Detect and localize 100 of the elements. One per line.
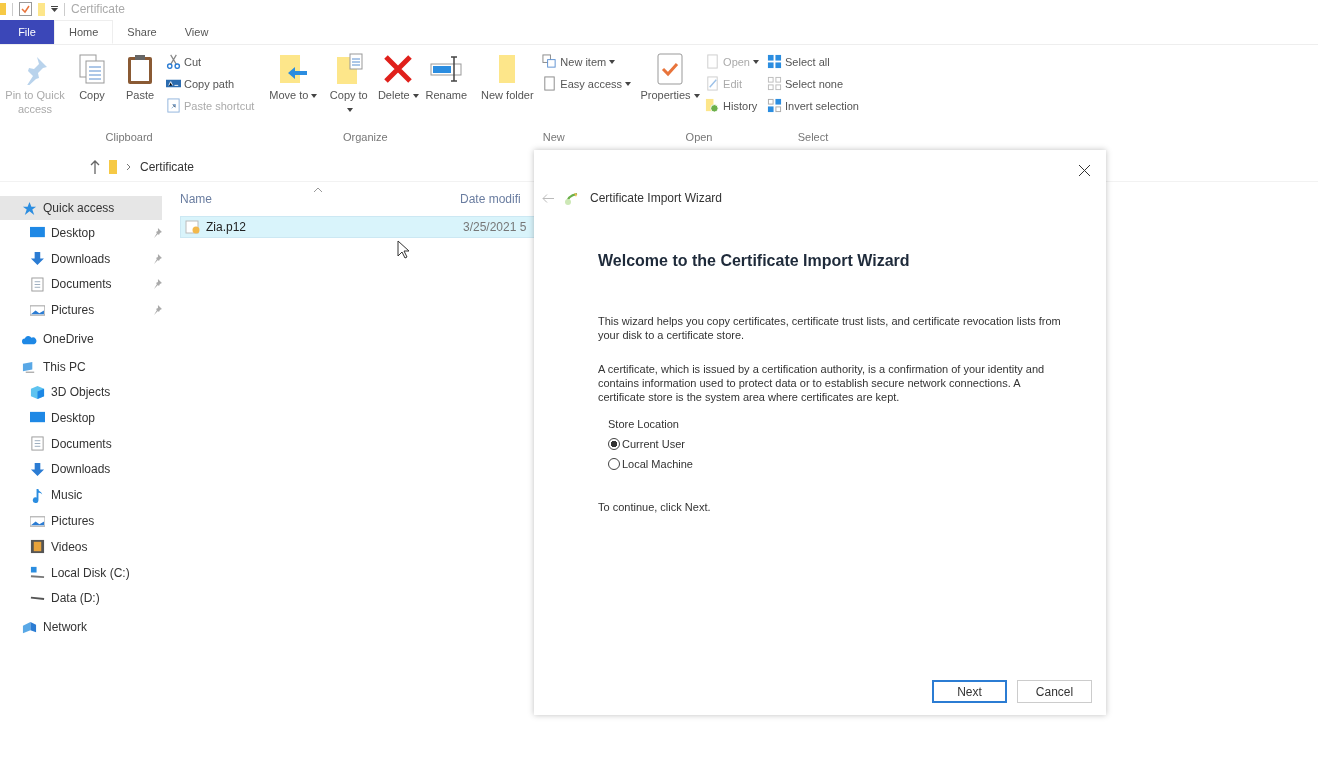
folder-icon [109,160,117,174]
pages-icon [76,53,108,85]
sidebar-item[interactable]: Downloads [0,245,162,272]
music-note-icon [30,487,45,503]
ribbon-tab[interactable]: Share [113,20,171,44]
ribbon-tab[interactable]: File [0,20,54,44]
breadcrumb-item[interactable]: Certificate [140,160,195,174]
star-icon [22,200,37,216]
pencil-page-icon [705,76,721,91]
grid-icon [767,98,782,113]
shortcut-icon [166,98,181,113]
folder-arrow-icon [277,53,310,85]
page-icon [542,76,558,91]
ribbon-button[interactable]: Select all [767,53,859,70]
group-label: Select [797,131,829,145]
rename-icon [430,53,463,85]
document-icon [30,277,45,292]
picture-icon [30,302,45,318]
sort-caret-icon [314,187,322,192]
ribbon-button[interactable]: Move to [262,49,325,103]
ribbon-button[interactable]: New item [542,53,632,70]
column-header[interactable]: Name [180,192,460,206]
radio-option[interactable]: Current User [608,438,1066,450]
store-location-label: Store Location [608,418,680,430]
close-icon [1078,164,1090,176]
sidebar-item[interactable]: Desktop [0,405,162,431]
sidebar-item[interactable]: Local Disk (C:) [0,559,162,586]
computer-icon [22,359,37,375]
download-arrow-icon [30,251,45,267]
close-button[interactable] [1076,162,1092,178]
continue-hint: To continue, click Next. [598,500,712,514]
ribbon-button[interactable]: Paste [118,49,162,103]
pin-icon [152,279,162,290]
sidebar-item[interactable]: Downloads [0,456,162,483]
ribbon-button[interactable]: Properties [639,49,702,103]
up-arrow-icon[interactable] [90,160,100,174]
chevron-icon[interactable] [126,163,131,171]
file-date: 3/25/2021 5 [463,220,527,234]
download-arrow-icon [30,461,45,477]
sidebar-item[interactable]: Data (D:) [0,585,162,612]
sidebar-item[interactable]: Music [0,482,162,509]
page-icon [705,54,721,69]
column-header[interactable]: Date modifi [460,192,521,206]
sidebar-item[interactable]: Network [0,615,162,640]
sidebar-item[interactable]: 3D Objects [0,379,162,405]
sidebar-item[interactable]: Documents [0,430,162,457]
grid-icon [767,54,782,69]
sidebar-item[interactable]: Pictures [0,508,162,534]
pin-icon [152,227,162,238]
picture-icon [30,513,45,529]
ribbon-tab[interactable]: Home [54,20,114,44]
ribbon-button[interactable]: Copy path [166,75,255,92]
folder-clock-icon [705,98,721,113]
group-label: Open [685,131,713,145]
ribbon-button[interactable]: Delete [376,49,421,103]
ribbon-button[interactable]: Rename [424,49,469,103]
radio-option[interactable]: Local Machine [608,458,1066,470]
sidebar-item[interactable]: Desktop [0,220,162,246]
mouse-cursor-icon [397,240,410,259]
ribbon-button[interactable]: Copy [70,49,114,103]
ribbon-button[interactable]: Invert selection [767,97,859,114]
pin-icon [152,253,162,264]
window-title: Certificate [71,2,126,16]
ribbon-tab[interactable]: View [170,20,223,44]
caret-icon[interactable] [51,6,58,12]
ribbon-button[interactable]: Easy access [542,75,632,92]
radio-button[interactable] [608,438,620,450]
ribbon-button[interactable]: New folder [476,49,539,103]
sidebar-item[interactable]: Videos [0,533,162,560]
group-label: New [542,131,565,145]
scissors-icon [166,54,181,69]
ribbon-button[interactable]: History [705,97,759,114]
sidebar-item[interactable]: Documents [0,271,162,298]
group-label: Organize [343,131,388,145]
ribbon-button[interactable]: Cut [166,53,255,70]
dialog-button[interactable]: Next [932,680,1007,703]
sidebar-item[interactable]: Pictures [0,297,162,324]
checkmark-page-icon[interactable] [19,2,32,16]
pin-icon [152,305,162,316]
new-item-icon [542,54,558,69]
dialog-title: Certificate Import Wizard [590,191,723,205]
film-icon [30,539,45,555]
sidebar-item[interactable]: Quick access [0,196,162,220]
dialog-heading: Welcome to the Certificate Import Wizard [598,252,911,270]
group-label: Clipboard [105,131,153,145]
description-text: This wizard helps you copy certificates, certificate trust lists, and certificate revocation lists from your disk to a certificate store. [598,314,1062,342]
grid-icon [767,76,782,91]
cube-icon [30,384,45,400]
file-name: Zia.p12 [206,220,248,234]
cross-icon [382,53,415,85]
sidebar-item[interactable]: OneDrive [0,327,162,352]
ribbon-button[interactable]: Select none [767,75,859,92]
network-icon [22,619,37,635]
sidebar-item[interactable]: This PC [0,355,162,380]
certificate-file-icon [185,219,201,235]
document-icon [30,436,45,452]
ribbon-button[interactable]: Copy to [328,49,373,117]
radio-button[interactable] [608,458,620,470]
dialog-button[interactable]: Cancel [1017,680,1092,703]
description-text: A certificate, which is issued by a certification authority, is a confirmation of your identity and contains information used to protect data or to establish secure network connections. A certificate store is the system area where certificates are kept. [598,362,1046,404]
